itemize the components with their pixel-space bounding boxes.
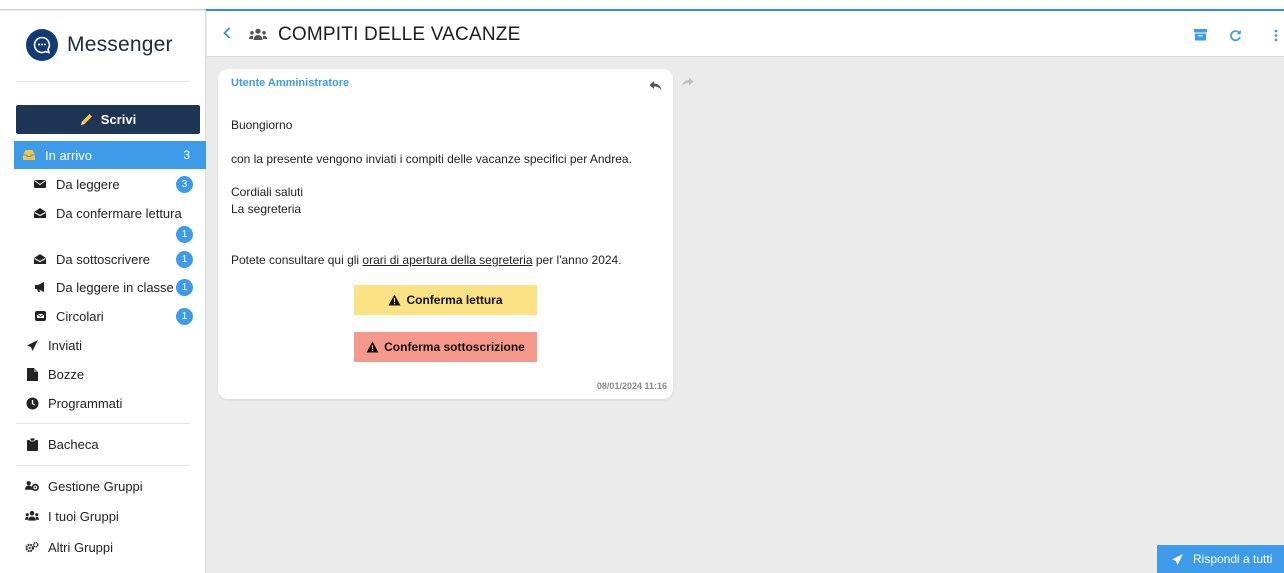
message-greeting: Buongiorno: [231, 118, 293, 132]
sidebar-item-gestione-gruppi[interactable]: Gestione Gruppi: [0, 472, 206, 500]
reply-icon[interactable]: [649, 79, 662, 94]
sidebar-item-label: Gestione Gruppi: [48, 478, 143, 494]
sidebar-item-bacheca[interactable]: Bacheca: [0, 430, 206, 458]
unread-badge: 1: [176, 250, 193, 268]
message-signature: La segreteria: [231, 202, 302, 216]
compose-button[interactable]: Scrivi: [16, 105, 200, 134]
info-prefix: Potete consultare qui gli: [231, 253, 363, 267]
divider: [16, 423, 190, 424]
bullhorn-icon: [33, 280, 47, 294]
message-timestamp: 08/01/2024 11:16: [596, 381, 667, 391]
mail-bulk-icon: [33, 309, 47, 323]
messenger-logo-icon: [26, 29, 58, 61]
file-icon: [25, 367, 39, 381]
reply-all-button[interactable]: Rispondi a tutti: [1157, 545, 1284, 573]
envelope-open-icon: [33, 252, 47, 266]
confirm-read-label: Conferma lettura: [406, 293, 503, 307]
warning-icon: [366, 341, 379, 353]
divider: [16, 81, 190, 82]
sidebar-item-label: I tuoi Gruppi: [48, 508, 119, 524]
clock-icon: [25, 396, 39, 410]
users-cog-icon: [25, 479, 39, 493]
message-card: Utente Amministratore Buongiorno con la …: [218, 69, 673, 399]
inbox-icon: [22, 148, 36, 162]
unread-badge: 3: [176, 175, 193, 193]
sidebar-item-da-confermare-lettura[interactable]: Da confermare lettura 1: [0, 199, 206, 243]
conversation-header: COMPITI DELLE VACANZE: [207, 11, 1284, 57]
sidebar-item-da-leggere[interactable]: Da leggere 3: [0, 170, 206, 198]
sidebar-item-label: Circolari: [56, 308, 104, 324]
unread-badge: 1: [176, 307, 193, 325]
sidebar-item-label: Da confermare lettura: [56, 205, 182, 221]
unread-badge: 1: [176, 226, 193, 243]
sidebar-item-i-tuoi-gruppi[interactable]: I tuoi Gruppi: [0, 502, 206, 530]
clipboard-icon: [25, 437, 39, 451]
brand[interactable]: Messenger: [26, 29, 173, 61]
more-vertical-icon[interactable]: [1268, 27, 1284, 43]
sidebar-item-da-sottoscrivere[interactable]: Da sottoscrivere 1: [0, 245, 206, 273]
sidebar-item-label: Bacheca: [48, 436, 99, 452]
message-info-line: Potete consultare qui gli orari di apert…: [231, 253, 622, 267]
sidebar-item-altri-gruppi[interactable]: Altri Gruppi: [0, 533, 206, 561]
users-icon: [249, 28, 267, 44]
back-chevron-icon[interactable]: [223, 27, 231, 42]
sidebar-item-label: Da sottoscrivere: [56, 251, 150, 267]
app-name: Messenger: [67, 33, 173, 56]
sidebar-item-label: Da leggere: [56, 176, 120, 192]
reply-all-label: Rispondi a tutti: [1193, 552, 1273, 566]
users-icon: [25, 509, 39, 523]
envelope-open-icon: [33, 206, 47, 220]
sidebar-item-programmati[interactable]: Programmati: [0, 389, 206, 417]
sidebar-item-da-leggere-in-classe[interactable]: Da leggere in classe 1: [0, 273, 206, 301]
office-hours-link[interactable]: orari di apertura della segreteria: [362, 253, 532, 267]
sidebar-item-inbox[interactable]: In arrivo 3: [14, 141, 206, 169]
paper-plane-icon: [1171, 553, 1184, 566]
message-closing: Cordiali saluti: [231, 185, 304, 199]
conversation-title: COMPITI DELLE VACANZE: [278, 24, 521, 45]
inbox-count: 3: [183, 148, 190, 162]
confirm-sign-label: Conferma sottoscrizione: [384, 340, 525, 354]
message-body: con la presente vengono inviati i compit…: [231, 152, 632, 166]
unread-badge: 1: [176, 278, 193, 296]
sidebar-item-label: In arrivo: [45, 147, 92, 163]
envelope-icon: [33, 177, 47, 191]
sidebar-item-label: Altri Gruppi: [48, 539, 114, 555]
sidebar-item-bozze[interactable]: Bozze: [0, 360, 206, 388]
compose-label: Scrivi: [100, 112, 137, 127]
sidebar-item-label: Bozze: [48, 366, 85, 382]
sidebar-item-inviati[interactable]: Inviati: [0, 331, 206, 359]
sidebar: Messenger Scrivi In arrivo 3 Da leggere …: [0, 11, 206, 573]
message-sender[interactable]: Utente Amministratore: [231, 77, 349, 89]
info-suffix: per l'anno 2024.: [532, 253, 622, 267]
sidebar-item-label: Programmati: [48, 395, 123, 411]
top-bar: [0, 0, 1284, 11]
confirm-sign-button[interactable]: Conferma sottoscrizione: [354, 332, 537, 362]
warning-icon: [388, 294, 401, 306]
sidebar-item-circolari[interactable]: Circolari 1: [0, 302, 206, 330]
paper-plane-icon: [25, 338, 39, 352]
divider: [16, 465, 190, 466]
sidebar-item-label: Da leggere in classe: [56, 279, 174, 295]
confirm-read-button[interactable]: Conferma lettura: [354, 285, 537, 315]
forward-icon[interactable]: [682, 75, 694, 90]
pencil-icon: [80, 113, 93, 126]
refresh-icon[interactable]: [1227, 27, 1243, 43]
archive-icon[interactable]: [1192, 27, 1208, 43]
sidebar-item-label: Inviati: [48, 337, 82, 353]
cogs-icon: [25, 540, 39, 554]
